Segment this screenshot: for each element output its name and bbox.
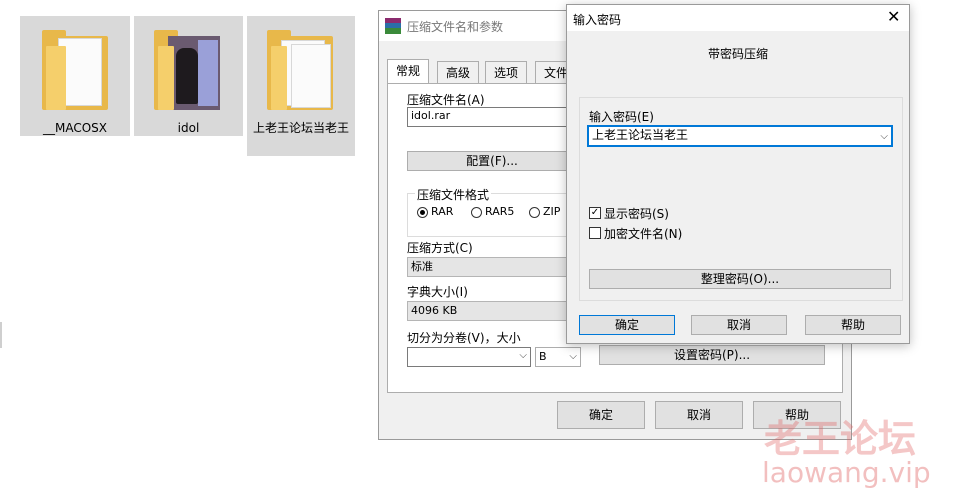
chevron-down-icon: ⌵	[519, 350, 527, 361]
folder-icon	[154, 26, 224, 116]
password-ok-button[interactable]: 确定	[579, 315, 675, 335]
archive-cancel-button[interactable]: 取消	[655, 401, 743, 429]
archive-ok-button[interactable]: 确定	[557, 401, 645, 429]
watermark-title: 老王论坛	[764, 416, 917, 461]
format-rar-label: RAR	[431, 205, 454, 218]
file-name: 上老王论坛当老王	[253, 121, 350, 135]
show-password-label: 显示密码(S)	[604, 207, 669, 221]
split-size-input[interactable]: ⌵	[407, 347, 531, 367]
chevron-down-icon: ⌵	[569, 351, 577, 362]
split-unit-value: B	[539, 350, 547, 363]
folder-icon	[42, 26, 108, 116]
enter-password-label: 输入密码(E)	[589, 110, 654, 124]
password-dialog: 输入密码 ✕ 带密码压缩 输入密码(E) 上老王论坛当老王 ⌵ ✓ 显示密码(S…	[566, 4, 910, 344]
tab-options[interactable]: 选项	[485, 61, 528, 83]
format-zip-radio[interactable]	[529, 207, 540, 218]
file-tile-macosx[interactable]: __MACOSX	[20, 16, 130, 136]
format-rar-radio[interactable]	[417, 207, 428, 218]
tab-general[interactable]: 常规	[387, 59, 430, 83]
format-rar5-radio[interactable]	[471, 207, 482, 218]
set-password-button[interactable]: 设置密码(P)...	[599, 345, 825, 365]
format-rar5-label: RAR5	[485, 205, 515, 218]
archive-dialog-title: 压缩文件名和参数	[407, 20, 504, 34]
encrypt-names-label: 加密文件名(N)	[604, 227, 683, 241]
password-cancel-button[interactable]: 取消	[691, 315, 787, 335]
watermark-url: laowang.vip	[762, 456, 931, 489]
archive-name-label: 压缩文件名(A)	[407, 93, 485, 107]
dict-select[interactable]: 4096 KB	[407, 301, 577, 321]
photo-thumbnail-icon	[168, 36, 220, 110]
organize-passwords-button[interactable]: 整理密码(O)...	[589, 269, 891, 289]
split-unit-select[interactable]: B ⌵	[535, 347, 581, 367]
dict-label: 字典大小(I)	[407, 285, 468, 299]
password-help-button[interactable]: 帮助	[805, 315, 901, 335]
file-tile-laowang[interactable]: 上老王论坛当老王	[247, 16, 355, 156]
file-tile-idol[interactable]: idol	[134, 16, 243, 136]
close-icon[interactable]: ✕	[887, 7, 900, 26]
dict-value: 4096 KB	[411, 304, 458, 317]
format-group-label: 压缩文件格式	[415, 186, 492, 203]
password-dialog-title: 输入密码	[573, 13, 622, 27]
method-select[interactable]: 标准	[407, 257, 577, 277]
method-label: 压缩方式(C)	[407, 241, 473, 255]
winrar-icon	[385, 18, 401, 34]
tab-advanced[interactable]: 高级	[437, 61, 480, 83]
file-name: __MACOSX	[42, 121, 107, 135]
chevron-down-icon: ⌵	[880, 131, 888, 142]
password-heading: 带密码压缩	[707, 47, 768, 61]
encrypt-names-checkbox[interactable]	[589, 227, 601, 239]
folder-icon	[267, 26, 333, 116]
password-dialog-titlebar: 输入密码 ✕	[567, 5, 909, 31]
password-input[interactable]: 上老王论坛当老王 ⌵	[587, 125, 893, 147]
profiles-button[interactable]: 配置(F)...	[407, 151, 577, 171]
show-password-checkbox[interactable]: ✓	[589, 207, 601, 219]
split-label: 切分为分卷(V)，大小	[407, 331, 521, 345]
window-edge	[0, 322, 2, 348]
format-zip-label: ZIP	[543, 205, 561, 218]
method-value: 标准	[411, 260, 433, 273]
archive-name-input[interactable]: idol.rar	[407, 107, 577, 127]
password-value: 上老王论坛当老王	[592, 128, 689, 142]
file-name: idol	[177, 121, 200, 135]
